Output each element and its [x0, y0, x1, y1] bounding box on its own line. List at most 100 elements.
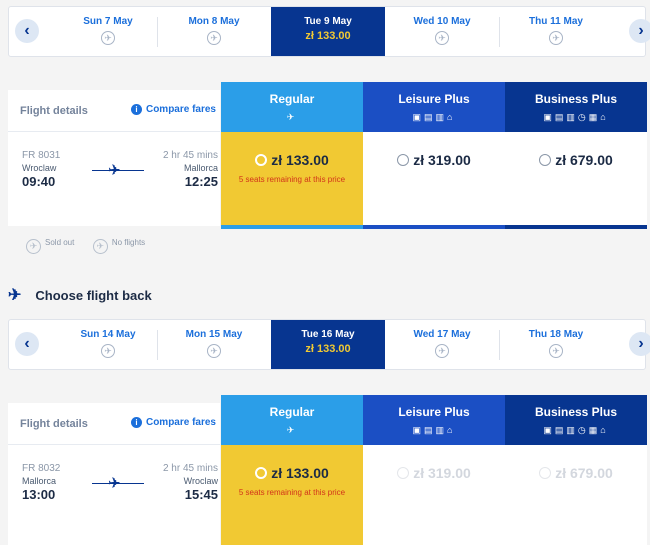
fare-header-business-plus[interactable]: Business Plus ▣▤▥◷▦⌂: [505, 82, 647, 132]
fare-header-leisure-plus[interactable]: Leisure Plus ▣▤▥⌂: [363, 82, 505, 132]
flight-details-body: FR 8032 2 hr 45 mins Mallorca Wroclaw 13…: [8, 445, 220, 539]
fare-price: zł 133.00: [271, 152, 329, 168]
date-tab[interactable]: Mon 8 May ✈: [157, 7, 271, 56]
no-flights-icon: ✈: [101, 344, 115, 358]
fare-price: zł 679.00: [555, 152, 613, 168]
chevron-right-icon[interactable]: ›: [629, 19, 650, 43]
flight-duration: 2 hr 45 mins: [162, 463, 218, 474]
date-tab[interactable]: Thu 11 May ✈: [499, 7, 613, 56]
fare-option-leisure-plus[interactable]: zł 319.00: [363, 445, 505, 545]
date-tab[interactable]: Wed 10 May ✈: [385, 7, 499, 56]
fare-name: Leisure Plus: [398, 405, 470, 419]
fare-price: zł 679.00: [555, 465, 613, 481]
date-tab[interactable]: Sun 14 May ✈: [51, 320, 165, 369]
fare-price: zł 319.00: [413, 152, 471, 168]
radio-button[interactable]: [397, 154, 410, 166]
fare-name: Regular: [269, 92, 315, 106]
no-flights-icon: ✈: [101, 31, 115, 45]
departure-time: 13:00: [22, 487, 56, 502]
fare-benefits-icons: ▣▤▥◷▦⌂: [543, 112, 609, 122]
seats-remaining: 5 seats remaining at this price: [238, 175, 346, 184]
date-label: Wed 10 May: [413, 16, 471, 27]
date-tab-selected[interactable]: Tue 16 May zł 133.00: [271, 320, 385, 369]
outbound-flight-card: Flight details i Compare fares FR 8031 2 …: [8, 82, 647, 232]
date-label: Sun 14 May: [80, 329, 136, 340]
plane-icon: ✈: [286, 425, 298, 435]
date-label: Tue 16 May: [301, 329, 355, 340]
date-label: Sun 7 May: [83, 16, 133, 27]
radio-button[interactable]: [539, 467, 552, 479]
date-label: Mon 8 May: [188, 16, 240, 27]
date-tab-selected[interactable]: Tue 9 May zł 133.00: [271, 7, 385, 56]
destination-city: Wroclaw: [183, 476, 218, 486]
flight-details-title: Flight details: [20, 105, 88, 117]
compare-fares-link[interactable]: i Compare fares: [130, 104, 216, 115]
date-label: Tue 9 May: [304, 16, 352, 27]
info-icon: i: [130, 104, 142, 115]
chevron-right-icon[interactable]: ›: [629, 332, 650, 356]
radio-button[interactable]: [255, 467, 268, 479]
no-flights-icon: ✈: [207, 31, 221, 45]
compare-fares-link[interactable]: i Compare fares: [130, 417, 216, 428]
no-flights-label: No flights: [111, 238, 146, 247]
fare-option-leisure-plus[interactable]: zł 319.00: [363, 132, 505, 229]
section-title-return: ✈ Choose flight back: [8, 285, 152, 305]
arrival-time: 12:25: [184, 174, 218, 189]
fare-price: zł 133.00: [271, 465, 329, 481]
plane-icon: ✈: [8, 287, 22, 304]
fare-benefits-icons: ▣▤▥◷▦⌂: [543, 425, 609, 435]
sold-out-label: Sold out: [45, 238, 75, 247]
fare-option-regular[interactable]: zł 133.00 5 seats remaining at this pric…: [221, 445, 363, 545]
fare-name: Business Plus: [534, 405, 618, 419]
radio-button[interactable]: [539, 154, 552, 166]
date-tab[interactable]: Mon 15 May ✈: [157, 320, 271, 369]
origin-city: Wroclaw: [22, 163, 57, 173]
info-icon: i: [130, 417, 142, 428]
fare-name: Business Plus: [534, 92, 618, 106]
flight-details-header: Flight details i Compare fares: [8, 90, 220, 132]
date-label: Thu 11 May: [529, 16, 583, 27]
plane-icon: ✈: [286, 112, 298, 122]
date-tab[interactable]: Sun 7 May ✈: [51, 7, 165, 56]
fare-header-regular[interactable]: Regular ✈: [221, 395, 363, 445]
date-tab[interactable]: Thu 18 May ✈: [499, 320, 613, 369]
flight-number: FR 8032: [22, 463, 61, 474]
chevron-left-icon[interactable]: ‹: [15, 19, 39, 43]
fare-name: Leisure Plus: [398, 92, 470, 106]
no-flights-icon: ✈: [435, 344, 449, 358]
fare-benefits-icons: ▣▤▥⌂: [412, 425, 456, 435]
fare-name: Regular: [269, 405, 315, 419]
flight-duration: 2 hr 45 mins: [162, 150, 218, 161]
origin-city: Mallorca: [22, 476, 57, 486]
compare-fares-label: Compare fares: [145, 104, 216, 115]
chevron-left-icon[interactable]: ‹: [15, 332, 39, 356]
date-label: Thu 18 May: [528, 329, 584, 340]
date-tab[interactable]: Wed 17 May ✈: [385, 320, 499, 369]
fare-price: zł 319.00: [413, 465, 471, 481]
date-label: Mon 15 May: [185, 329, 243, 340]
no-flights-icon: ✈: [549, 31, 563, 45]
flight-details-title: Flight details: [20, 418, 88, 430]
radio-button[interactable]: [255, 154, 268, 166]
radio-button[interactable]: [397, 467, 410, 479]
date-price: zł 133.00: [305, 343, 351, 355]
outbound-date-bar: ‹ Sun 7 May ✈ Mon 8 May ✈ Tue 9 May zł 1…: [8, 6, 650, 57]
fare-header-business-plus[interactable]: Business Plus ▣▤▥◷▦⌂: [505, 395, 647, 445]
legend: ✈ Sold out ✈ No flights: [26, 238, 145, 254]
compare-fares-label: Compare fares: [145, 417, 216, 428]
fare-option-business-plus[interactable]: zł 679.00: [505, 132, 647, 229]
flight-details-body: FR 8031 2 hr 45 mins Wroclaw Mallorca 09…: [8, 132, 220, 226]
seats-remaining: 5 seats remaining at this price: [238, 488, 346, 497]
flight-number: FR 8031: [22, 150, 61, 161]
no-flights-icon: ✈: [92, 239, 108, 254]
fare-option-regular[interactable]: zł 133.00 5 seats remaining at this pric…: [221, 132, 363, 229]
fare-header-regular[interactable]: Regular ✈: [221, 82, 363, 132]
fare-benefits-icons: ▣▤▥⌂: [412, 112, 456, 122]
no-flights-icon: ✈: [207, 344, 221, 358]
section-title-text: Choose flight back: [35, 288, 152, 303]
inbound-date-bar: ‹ Sun 14 May ✈ Mon 15 May ✈ Tue 16 May z…: [8, 319, 650, 370]
fare-option-business-plus[interactable]: zł 679.00: [505, 445, 647, 545]
departure-time: 09:40: [22, 174, 56, 189]
flight-details-header: Flight details i Compare fares: [8, 403, 220, 445]
fare-header-leisure-plus[interactable]: Leisure Plus ▣▤▥⌂: [363, 395, 505, 445]
